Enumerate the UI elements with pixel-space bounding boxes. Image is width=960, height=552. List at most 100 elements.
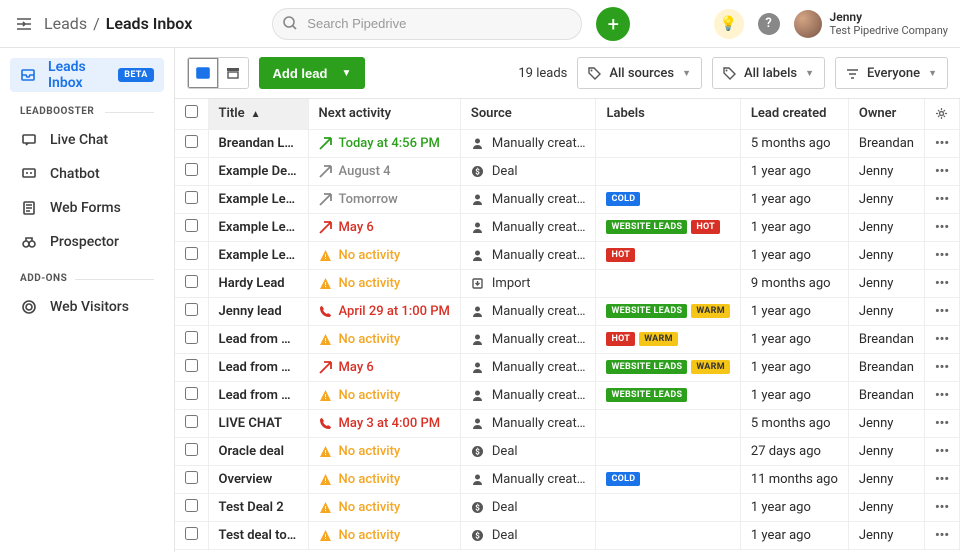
cell-title[interactable]: Overview [208, 465, 308, 493]
cell-title[interactable]: Example Lead 3 [208, 241, 308, 269]
row-checkbox[interactable] [185, 247, 198, 260]
row-checkbox-cell[interactable] [175, 297, 209, 325]
row-checkbox-cell[interactable] [175, 381, 209, 409]
row-more-button[interactable]: ••• [924, 297, 959, 325]
cell-title[interactable]: Breandan Lea… [208, 129, 308, 157]
col-created[interactable]: Lead created [740, 99, 848, 129]
table-row[interactable]: Lead from busi…No activityManually creat… [175, 325, 960, 353]
col-next-activity[interactable]: Next activity [308, 99, 460, 129]
table-row[interactable]: Test Deal 2No activity$Deal1 year agoJen… [175, 493, 960, 521]
col-source[interactable]: Source [460, 99, 596, 129]
row-more-button[interactable]: ••• [924, 157, 959, 185]
row-more-button[interactable]: ••• [924, 465, 959, 493]
table-row[interactable]: Example LeadTomorrowManually creat…COLD1… [175, 185, 960, 213]
breadcrumb-root[interactable]: Leads [44, 14, 87, 33]
row-more-button[interactable]: ••• [924, 325, 959, 353]
row-checkbox[interactable] [185, 359, 198, 372]
row-more-button[interactable]: ••• [924, 353, 959, 381]
row-more-button[interactable]: ••• [924, 241, 959, 269]
row-checkbox-cell[interactable] [175, 437, 209, 465]
cell-title[interactable]: Test Deal 2 [208, 493, 308, 521]
table-row[interactable]: Jenny leadApril 29 at 1:00 PMManually cr… [175, 297, 960, 325]
row-checkbox-cell[interactable] [175, 493, 209, 521]
sidebar-item-web-visitors[interactable]: Web Visitors [10, 290, 164, 324]
row-checkbox-cell[interactable] [175, 129, 209, 157]
row-checkbox-cell[interactable] [175, 185, 209, 213]
cell-title[interactable]: Jenny lead [208, 297, 308, 325]
row-checkbox-cell[interactable] [175, 325, 209, 353]
cell-title[interactable]: Example Lead 2 [208, 213, 308, 241]
help-icon[interactable]: ? [758, 13, 780, 35]
row-checkbox[interactable] [185, 303, 198, 316]
row-checkbox[interactable] [185, 443, 198, 456]
row-checkbox-cell[interactable] [175, 521, 209, 549]
col-owner[interactable]: Owner [848, 99, 924, 129]
row-checkbox-cell[interactable] [175, 353, 209, 381]
row-checkbox[interactable] [185, 219, 198, 232]
row-more-button[interactable]: ••• [924, 521, 959, 549]
table-row[interactable]: Breandan Lea…Today at 4:56 PMManually cr… [175, 129, 960, 157]
row-checkbox[interactable] [185, 135, 198, 148]
row-checkbox-cell[interactable] [175, 269, 209, 297]
filter-owner[interactable]: Everyone ▼ [835, 57, 948, 89]
cell-title[interactable]: Hardy Lead [208, 269, 308, 297]
sidebar-item-web-forms[interactable]: Web Forms [10, 191, 164, 225]
row-more-button[interactable]: ••• [924, 409, 959, 437]
filter-labels[interactable]: All labels ▼ [712, 57, 825, 89]
table-row[interactable]: Lead from web…May 6Manually creat…WEBSIT… [175, 353, 960, 381]
table-row[interactable]: Lead from web…No activityManually creat…… [175, 381, 960, 409]
row-checkbox-cell[interactable] [175, 465, 209, 493]
select-all-header[interactable] [175, 99, 209, 129]
row-more-button[interactable]: ••• [924, 381, 959, 409]
col-labels[interactable]: Labels [596, 99, 740, 129]
row-checkbox-cell[interactable] [175, 241, 209, 269]
row-more-button[interactable]: ••• [924, 185, 959, 213]
row-checkbox[interactable] [185, 415, 198, 428]
sidebar-item-leads-inbox[interactable]: Leads Inbox BETA [10, 58, 164, 92]
row-more-button[interactable]: ••• [924, 437, 959, 465]
table-row[interactable]: Example Deal 47August 4$Deal1 year agoJe… [175, 157, 960, 185]
cell-title[interactable]: Test deal to lead [208, 521, 308, 549]
cell-title[interactable]: Lead from busi… [208, 325, 308, 353]
row-checkbox[interactable] [185, 191, 198, 204]
row-more-button[interactable]: ••• [924, 493, 959, 521]
row-checkbox[interactable] [185, 471, 198, 484]
row-checkbox[interactable] [185, 499, 198, 512]
table-row[interactable]: LIVE CHATMay 3 at 4:00 PMManually creat…… [175, 409, 960, 437]
row-checkbox[interactable] [185, 527, 198, 540]
cell-title[interactable]: Lead from web… [208, 381, 308, 409]
table-row[interactable]: Test deal to leadNo activity$Deal1 year … [175, 521, 960, 549]
cell-title[interactable]: LIVE CHAT [208, 409, 308, 437]
user-menu[interactable]: Jenny Test Pipedrive Company [794, 10, 948, 38]
row-checkbox[interactable] [185, 163, 198, 176]
add-button[interactable]: + [596, 7, 630, 41]
col-settings[interactable] [924, 99, 959, 129]
view-archive-button[interactable] [218, 58, 248, 88]
row-checkbox-cell[interactable] [175, 157, 209, 185]
cell-title[interactable]: Oracle deal [208, 437, 308, 465]
col-title[interactable]: Title▲ [208, 99, 308, 129]
menu-collapse-icon[interactable] [12, 14, 36, 34]
table-row[interactable]: Example Lead 2May 6Manually creat…WEBSIT… [175, 213, 960, 241]
cell-title[interactable]: Example Deal 47 [208, 157, 308, 185]
cell-title[interactable]: Lead from web… [208, 353, 308, 381]
tips-icon[interactable]: 💡 [714, 9, 744, 39]
sidebar-item-chatbot[interactable]: Chatbot [10, 157, 164, 191]
row-more-button[interactable]: ••• [924, 213, 959, 241]
row-checkbox[interactable] [185, 275, 198, 288]
sidebar-item-prospector[interactable]: Prospector [10, 225, 164, 259]
search-input[interactable] [272, 8, 582, 40]
cell-title[interactable]: Example Lead [208, 185, 308, 213]
table-row[interactable]: Example Lead 3No activityManually creat…… [175, 241, 960, 269]
row-more-button[interactable]: ••• [924, 129, 959, 157]
row-checkbox-cell[interactable] [175, 213, 209, 241]
row-checkbox[interactable] [185, 331, 198, 344]
row-checkbox-cell[interactable] [175, 409, 209, 437]
select-all-checkbox[interactable] [185, 105, 198, 118]
add-lead-button[interactable]: Add lead ▼ [259, 57, 366, 89]
filter-sources[interactable]: All sources ▼ [577, 57, 702, 89]
table-row[interactable]: Oracle dealNo activity$Deal27 days agoJe… [175, 437, 960, 465]
view-table-button[interactable] [188, 58, 218, 88]
sidebar-item-live-chat[interactable]: Live Chat [10, 123, 164, 157]
table-row[interactable]: OverviewNo activityManually creat…COLD11… [175, 465, 960, 493]
